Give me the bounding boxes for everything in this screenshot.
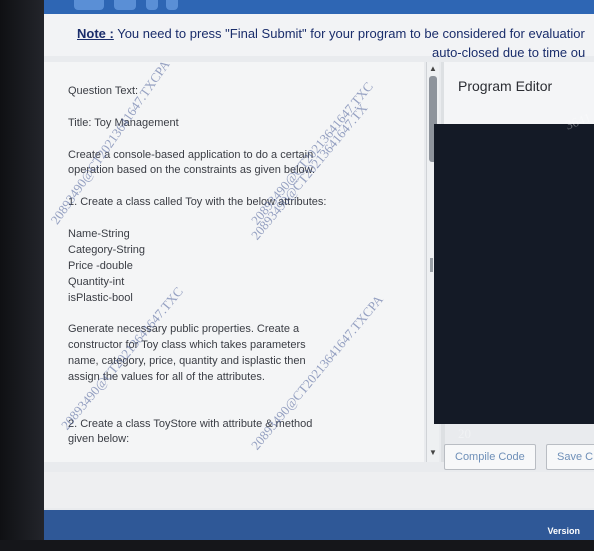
question-paragraph-line: Generate necessary public properties. Cr… bbox=[68, 323, 300, 335]
toolbar-tab[interactable] bbox=[166, 0, 178, 10]
question-step-1: 1. Create a class called Toy with the be… bbox=[68, 196, 327, 208]
compile-code-button[interactable]: Compile Code bbox=[444, 444, 536, 470]
toolbar-tab[interactable] bbox=[74, 0, 104, 10]
notice-prefix: Note : bbox=[77, 26, 114, 41]
question-step-2-cont: given below: bbox=[68, 433, 130, 445]
notice-line-2: auto-closed due to time ou bbox=[432, 45, 586, 60]
editor-title: Program Editor bbox=[458, 78, 553, 94]
scroll-up-icon[interactable]: ▲ bbox=[429, 64, 437, 73]
footer-bar: Version bbox=[44, 510, 594, 540]
editor-header: Program Editor bbox=[444, 62, 594, 124]
resize-grip-icon[interactable] bbox=[430, 258, 433, 272]
question-paragraph-line: assign the values for all of the attribu… bbox=[68, 371, 265, 383]
question-title: Title: Toy Management bbox=[68, 117, 179, 129]
question-intro-line: operation based on the constraints as gi… bbox=[68, 164, 316, 176]
question-paragraph-line: constructor for Toy class which takes pa… bbox=[68, 339, 306, 351]
question-label: Question Text: bbox=[68, 85, 139, 97]
attribute-item: Name-String bbox=[68, 228, 130, 240]
candidate-watermark: 20 bbox=[458, 426, 471, 441]
monitor-bezel bbox=[0, 0, 44, 551]
question-panel: Question Text: Title: Toy Management Cre… bbox=[44, 62, 424, 462]
scroll-down-icon[interactable]: ▼ bbox=[429, 448, 437, 457]
attribute-item: Category-String bbox=[68, 244, 146, 256]
monitor-bezel-bottom bbox=[0, 540, 594, 551]
question-intro-line: Create a console-based application to do… bbox=[68, 149, 314, 161]
attribute-item: Price -double bbox=[68, 260, 133, 272]
save-code-button[interactable]: Save C bbox=[546, 444, 594, 470]
attribute-item: isPlastic-bool bbox=[68, 292, 133, 304]
version-label: Version bbox=[547, 526, 580, 536]
question-paragraph-line: name, category, price, quantity and ispl… bbox=[68, 355, 306, 367]
lower-blank-area bbox=[44, 472, 594, 508]
notice-line-1: Note : You need to press "Final Submit" … bbox=[77, 26, 585, 41]
top-toolbar bbox=[44, 0, 594, 14]
question-step-2: 2. Create a class ToyStore with attribut… bbox=[68, 418, 313, 430]
toolbar-tab[interactable] bbox=[114, 0, 136, 10]
attribute-item: Quantity-int bbox=[68, 276, 125, 288]
toolbar-tab[interactable] bbox=[146, 0, 158, 10]
notice-text: You need to press "Final Submit" for you… bbox=[113, 26, 585, 41]
submit-notice: Note : You need to press "Final Submit" … bbox=[44, 14, 594, 60]
exam-screen: Note : You need to press "Final Submit" … bbox=[44, 0, 594, 540]
code-editor[interactable] bbox=[434, 124, 594, 424]
